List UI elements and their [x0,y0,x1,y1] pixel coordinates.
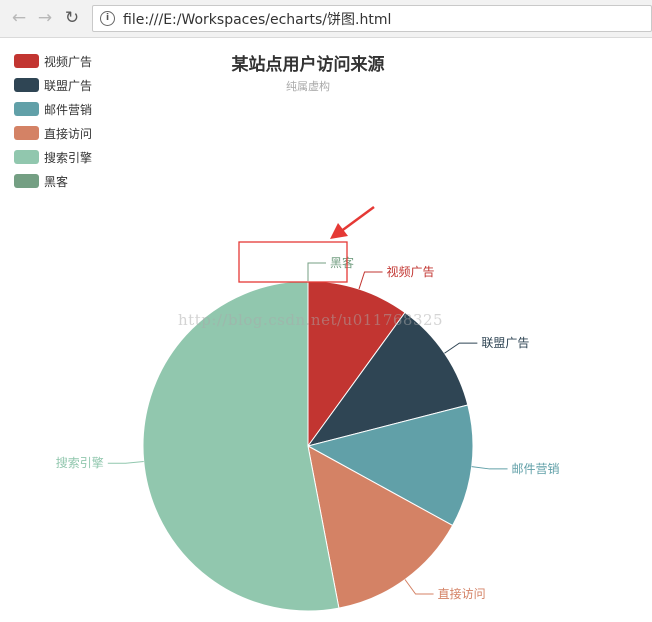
watermark: http://blog.csdn.net/u011768325 [178,311,444,329]
label-leader-line [404,579,434,595]
slice-label: 视频广告 [387,264,435,279]
slice-label: 黑客 [330,255,354,270]
annotation-arrow-shaft [339,205,375,234]
slice-label: 联盟广告 [481,336,529,350]
label-leader-line [107,461,144,464]
label-leader-line [471,466,508,470]
label-leader-line [307,262,326,281]
slice-label: 邮件营销 [512,462,560,476]
label-leader-line [358,271,383,290]
slice-label: 直接访问 [438,586,486,601]
slice-label: 搜索引擎 [56,455,104,470]
annotation-arrow-head [330,223,348,239]
label-leader-line [444,342,478,354]
